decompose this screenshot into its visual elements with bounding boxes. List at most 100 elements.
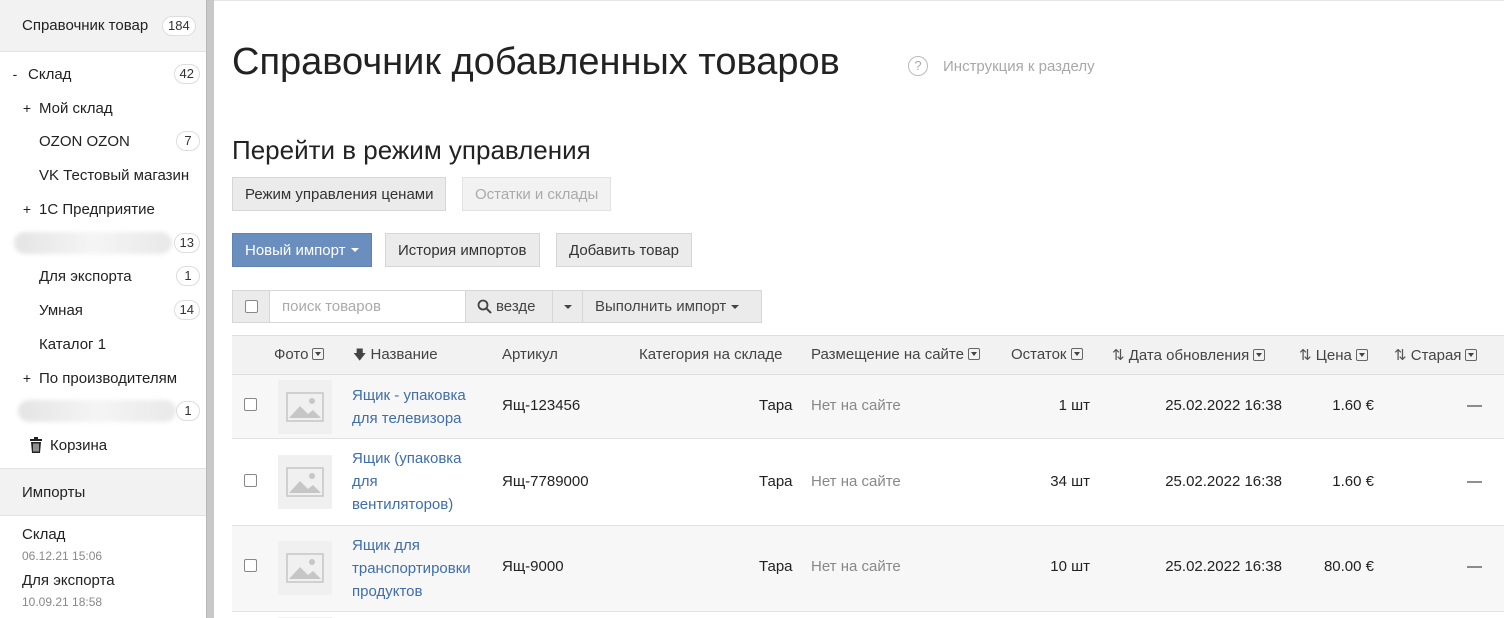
stock-mode-button[interactable]: Остатки и склады [462,177,612,211]
sidebar-item-smart[interactable]: Умная 14 [0,296,206,324]
expand-toggle[interactable]: + [22,370,32,386]
sidebar-item-catalog1[interactable]: Каталог 1 [0,330,206,358]
sidebar-item-sklad[interactable]: - Склад 42 [0,60,206,88]
sidebar-header-catalog[interactable]: Справочник товар 184 [0,0,206,52]
sidebar-item-label: Мой склад [39,99,113,117]
table-header: Фото 🡇 Название Артикул Категория на скл… [232,335,1504,375]
sidebar-item-ozon[interactable]: OZON OZON 7 [0,127,206,155]
import-date: 06.12.21 15:06 [22,549,103,563]
new-import-button[interactable]: Новый импорт [232,233,372,267]
expand-toggle[interactable]: + [22,100,32,116]
col-placement-label: Размещение на сайте [811,346,964,363]
image-placeholder-icon [286,553,324,583]
cell-updated: 25.02.2022 16:38 [1165,473,1282,490]
table-row[interactable] [232,612,1504,618]
row-checkbox[interactable] [244,559,257,572]
cell-old-price: — [1467,397,1482,414]
add-product-button[interactable]: Добавить товар [556,233,692,267]
cell-placement: Нет на сайте [811,558,901,575]
filter-dropdown-icon[interactable] [1070,348,1083,361]
product-name-link[interactable]: Ящик для транспортировки продуктов [352,534,492,603]
filter-dropdown-icon[interactable] [1253,349,1266,362]
price-mode-button[interactable]: Режим управления ценами [232,177,447,211]
cell-category: Тара [759,397,793,414]
import-name[interactable]: Для экспорта [22,572,115,589]
filter-dropdown-icon[interactable] [1355,349,1368,362]
sidebar-item-1c[interactable]: + 1С Предприятие [0,195,206,223]
cell-sku: Ящ-123456 [502,397,581,414]
col-placement[interactable]: Размещение на сайте [811,346,980,363]
row-checkbox[interactable] [244,474,257,487]
import-name[interactable]: Склад [22,526,65,543]
sidebar-item-count: 42 [173,64,200,84]
expand-toggle[interactable]: + [22,201,32,217]
sidebar-item-my-sklad[interactable]: + Мой склад [0,94,206,122]
select-all-checkbox[interactable] [244,300,258,313]
col-price[interactable]: ⇅ Цена [1299,346,1368,364]
sidebar-scrollbar[interactable] [206,0,214,618]
filter-dropdown-icon[interactable] [312,348,325,361]
sidebar-item-trash[interactable]: Корзина [0,431,206,459]
import-date: 10.09.21 18:58 [22,595,103,609]
cell-stock: 34 шт [1050,473,1090,490]
sidebar-item-label: Корзина [50,436,108,454]
sidebar-item-label: OZON OZON [39,132,130,150]
table-row[interactable]: Ящик - упаковка для телевизора Ящ-123456… [232,375,1504,439]
table-row[interactable]: Ящик (упаковка для вентиляторов) Ящ-7789… [232,439,1504,526]
new-import-label: Новый импорт [245,241,346,259]
sidebar-item-export[interactable]: Для экспорта 1 [0,262,206,290]
cell-old-price: — [1467,473,1482,490]
cell-sku: Ящ-7789000 [502,473,589,490]
sort-down-icon: 🡇 [353,347,367,362]
col-category[interactable]: Категория на складе [639,346,783,363]
app: Справочник товар 184 - Склад 42 + Мой ск… [0,0,1504,618]
redacted-label [14,232,172,254]
product-thumbnail [278,380,332,434]
sidebar-item-manufacturers[interactable]: + По производителям [0,364,206,392]
cell-price: 1.60 € [1332,473,1374,490]
cell-updated: 25.02.2022 16:38 [1165,397,1282,414]
help-link[interactable]: Инструкция к разделу [943,58,1095,75]
filter-dropdown-icon[interactable] [1465,349,1478,362]
col-stock[interactable]: Остаток [1011,346,1083,363]
help-icon[interactable]: ? [908,56,928,76]
collapse-toggle[interactable]: - [10,66,20,82]
scope-dropdown-toggle[interactable] [552,290,583,323]
mode-subtitle: Перейти в режим управления [232,135,591,165]
col-stock-label: Остаток [1011,346,1067,363]
product-name-link[interactable]: Ящик - упаковка для телевизора [352,384,488,430]
col-price-label: Цена [1315,347,1352,364]
run-import-button[interactable]: Выполнить импорт [582,290,762,323]
row-checkbox[interactable] [244,398,257,411]
import-history-button[interactable]: История импортов [385,233,540,267]
col-updated[interactable]: ⇅ Дата обновления [1112,346,1266,364]
search-scope-button[interactable]: везде [465,290,553,323]
sidebar-item-label: Для экспорта [39,267,132,285]
sidebar-item-blurred[interactable]: 13 [0,229,206,257]
cell-updated: 25.02.2022 16:38 [1165,558,1282,575]
imports-title: Импорты [22,483,86,501]
sidebar-item-vk[interactable]: VK Тестовый магазин [0,161,206,189]
imports-section-header[interactable]: Импорты [0,468,206,516]
filter-dropdown-icon[interactable] [967,348,980,361]
run-import-label: Выполнить импорт [595,298,727,315]
sidebar-item-count: 13 [173,233,200,253]
cell-placement: Нет на сайте [811,397,901,414]
search-scope-label: везде [496,298,536,315]
product-name-link[interactable]: Ящик (упаковка для вентиляторов) [352,447,474,516]
product-toolbar: поиск товаров везде Выполнить импорт [232,290,762,323]
sort-icon: ⇅ [1299,347,1312,364]
col-photo[interactable]: Фото [274,346,325,363]
table-row[interactable]: Ящик для транспортировки продуктов Ящ-90… [232,526,1504,612]
image-placeholder-icon [286,392,324,422]
search-icon [477,299,492,314]
sidebar-item-blurred-2[interactable]: 1 [0,397,206,425]
col-name[interactable]: 🡇 Название [353,346,438,368]
col-sku[interactable]: Артикул [502,346,558,363]
sidebar-item-label: По производителям [39,369,178,387]
sort-icon: ⇅ [1394,347,1407,364]
col-old-price[interactable]: ⇅ Старая [1394,346,1478,364]
search-input[interactable]: поиск товаров [269,290,466,323]
sidebar-item-label: 1С Предприятие [39,200,155,218]
cell-stock: 10 шт [1050,558,1090,575]
